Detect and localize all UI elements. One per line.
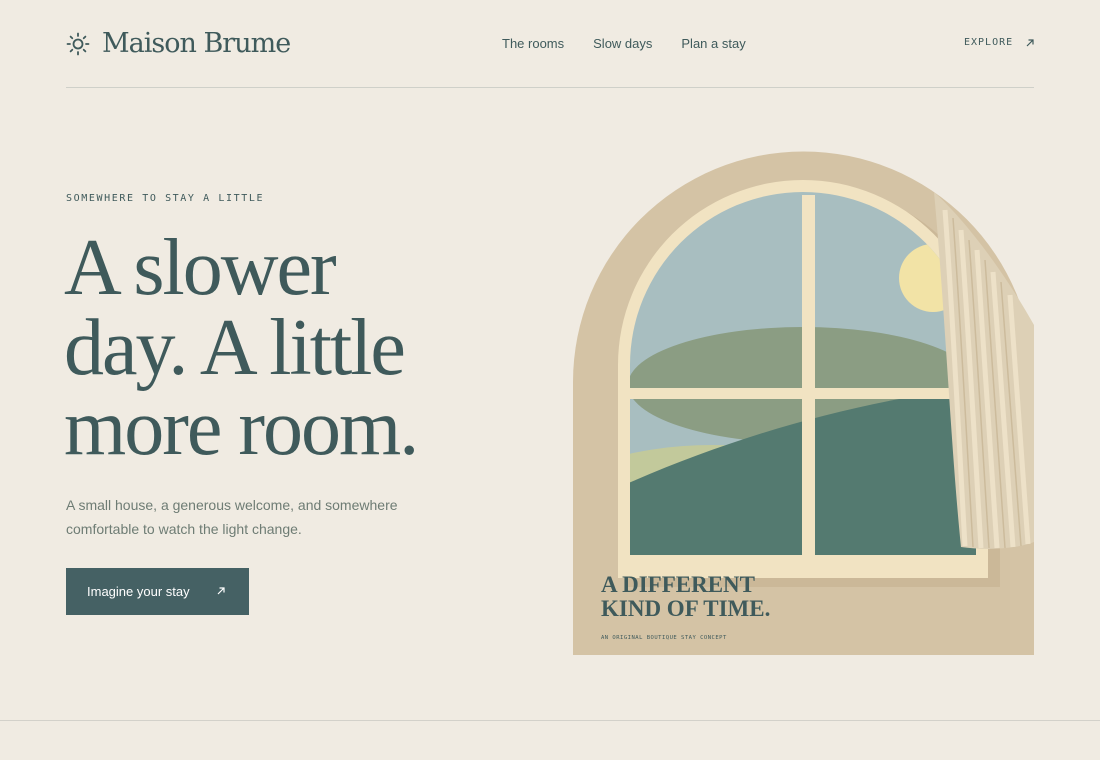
nav-item-the-rooms[interactable]: The rooms	[502, 36, 564, 51]
brand-logo[interactable]: Maison Brume	[66, 28, 291, 60]
imagine-your-stay-button[interactable]: Imagine your stay	[66, 568, 249, 615]
explore-link[interactable]: EXPLORE	[964, 37, 1035, 48]
caption-line: KIND OF TIME.	[601, 596, 771, 621]
main-nav: The rooms Slow days Plan a stay	[502, 36, 746, 51]
hero-eyebrow: SOMEWHERE TO STAY A LITTLE	[66, 193, 265, 204]
arrow-up-right-icon	[1026, 38, 1034, 46]
arrow-up-right-icon	[217, 587, 225, 595]
caption-line: A DIFFERENT	[601, 572, 755, 597]
sun-icon	[66, 32, 90, 56]
headline-line: day. A little	[64, 304, 406, 392]
illustration-caption: A DIFFERENT KIND OF TIME.	[601, 573, 770, 621]
hero-headline: A slower day. A little more room.	[64, 228, 534, 468]
brand-name: Maison Brume	[102, 28, 291, 59]
headline-line: more room.	[64, 384, 419, 472]
nav-item-slow-days[interactable]: Slow days	[593, 36, 652, 51]
header-divider	[66, 87, 1034, 88]
nav-item-plan-a-stay[interactable]: Plan a stay	[681, 36, 745, 51]
illustration-credit: AN ORIGINAL BOUTIQUE STAY CONCEPT	[601, 635, 727, 641]
explore-label: EXPLORE	[964, 37, 1014, 48]
headline-line: A slower	[64, 224, 337, 312]
section-divider	[0, 720, 1100, 721]
hero-lede: A small house, a generous welcome, and s…	[66, 497, 398, 537]
cta-label: Imagine your stay	[87, 584, 190, 599]
